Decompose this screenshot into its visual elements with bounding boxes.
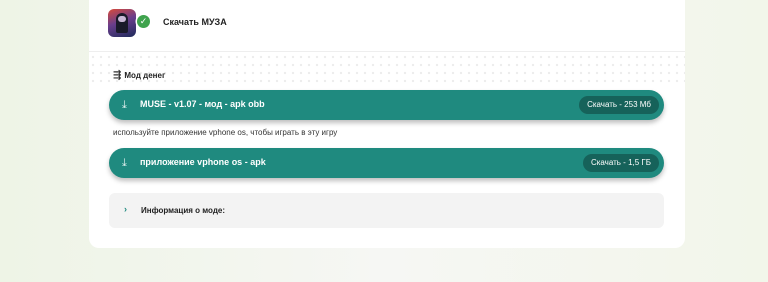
mod-section-label: Мод денег (124, 71, 166, 80)
app-icon-face (118, 16, 126, 22)
download-size-badge[interactable]: Скачать - 253 Мб (579, 96, 659, 114)
mod-section-heading: ⇶ Мод денег (113, 69, 166, 81)
app-header: ✓ Скачать МУЗА (89, 0, 685, 52)
app-icon (108, 9, 136, 37)
mod-info-label: Информация о моде: (141, 206, 226, 215)
usage-note: используйте приложение vphone os, чтобы … (113, 128, 338, 137)
download-label: MUSE - v1.07 - мод - apk obb (140, 99, 265, 109)
download-label: приложение vphone os - apk (140, 157, 266, 167)
mod-info-accordion[interactable]: › Информация о моде: (109, 193, 664, 228)
download-button-mod-apk[interactable]: ⤓ MUSE - v1.07 - мод - apk obb Скачать -… (109, 90, 664, 120)
download-icon: ⤓ (122, 157, 127, 169)
mod-section-background (89, 53, 685, 85)
download-card: ✓ Скачать МУЗА ⇶ Мод денег ⤓ MUSE - v1.0… (89, 0, 685, 248)
download-button-vphone-apk[interactable]: ⤓ приложение vphone os - apk Скачать - 1… (109, 148, 664, 178)
page-title: Скачать МУЗА (163, 17, 227, 27)
download-size-badge[interactable]: Скачать - 1,5 ГБ (582, 154, 659, 172)
list-icon: ⇶ (113, 69, 122, 81)
check-badge-icon: ✓ (137, 15, 150, 28)
download-icon: ⤓ (122, 99, 127, 111)
chevron-right-icon: › (124, 204, 127, 214)
